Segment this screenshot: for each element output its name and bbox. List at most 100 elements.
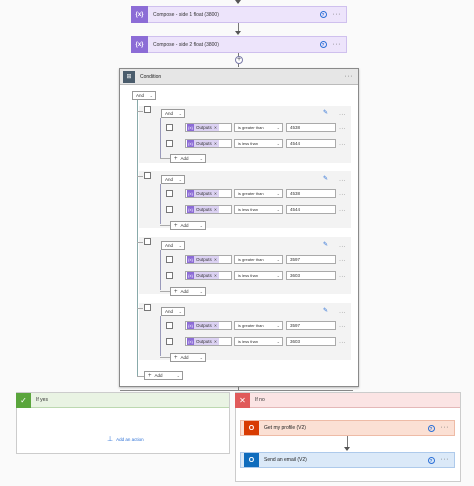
right-operand-field[interactable]: 4538: [286, 189, 336, 198]
group-checkbox[interactable]: [144, 238, 151, 245]
left-operand-field[interactable]: {x} Outputs ✕: [185, 205, 232, 214]
help-icon[interactable]: ?: [427, 424, 435, 432]
help-icon[interactable]: ?: [427, 456, 435, 464]
get-my-profile-action[interactable]: O Get my profile (V2) ? ···: [240, 420, 455, 436]
operator-dropdown[interactable]: is less than ⌄: [234, 205, 283, 214]
operator-dropdown[interactable]: is greater than ⌄: [234, 255, 283, 264]
help-icon[interactable]: ?: [319, 11, 327, 18]
dynamic-content-token[interactable]: {x} Outputs ✕: [187, 338, 220, 345]
close-icon[interactable]: ✕: [214, 323, 217, 328]
more-options-icon[interactable]: ···: [333, 41, 342, 48]
right-operand-field[interactable]: 4544: [286, 205, 336, 214]
operator-dropdown[interactable]: is greater than ⌄: [234, 189, 283, 198]
close-icon[interactable]: ✕: [214, 125, 217, 130]
row-checkbox[interactable]: [166, 322, 173, 329]
more-options-icon[interactable]: ···: [339, 126, 346, 132]
operator-dropdown[interactable]: is less than ⌄: [234, 271, 283, 280]
right-operand-field[interactable]: 4544: [286, 139, 336, 148]
add-row-button[interactable]: + Add ⌄: [170, 353, 206, 362]
row-checkbox[interactable]: [166, 272, 173, 279]
right-operand-field[interactable]: 4538: [286, 123, 336, 132]
operator-dropdown[interactable]: is less than ⌄: [234, 337, 283, 346]
dynamic-content-token[interactable]: {x} Outputs ✕: [187, 272, 220, 279]
add-row-button[interactable]: + Add ⌄: [170, 221, 206, 230]
left-operand-field[interactable]: {x} Outputs ✕: [185, 123, 232, 132]
operator-dropdown[interactable]: is greater than ⌄: [234, 123, 283, 132]
right-operand-field[interactable]: 3597: [286, 255, 336, 264]
group-operator-select[interactable]: And ⌄: [161, 109, 185, 118]
more-options-icon[interactable]: ···: [339, 142, 346, 148]
right-operand-field[interactable]: 3603: [286, 337, 336, 346]
more-options-icon[interactable]: ···: [339, 340, 346, 346]
close-icon[interactable]: ✕: [214, 273, 217, 278]
more-options-icon[interactable]: ···: [441, 424, 450, 431]
left-operand-field[interactable]: {x} Outputs ✕: [185, 139, 232, 148]
more-options-icon[interactable]: ···: [339, 178, 346, 184]
operator-dropdown[interactable]: is greater than ⌄: [234, 321, 283, 330]
pin-icon[interactable]: ✎: [323, 307, 328, 314]
more-options-icon[interactable]: ···: [333, 11, 342, 18]
compose-action-side1[interactable]: {x} Compose - side 1 float (3800) ? ···: [131, 6, 347, 23]
dynamic-content-token[interactable]: {x} Outputs ✕: [187, 322, 220, 329]
left-operand-field[interactable]: {x} Outputs ✕: [185, 255, 232, 264]
group-operator-select[interactable]: And ⌄: [161, 307, 185, 316]
close-icon[interactable]: ✕: [214, 339, 217, 344]
help-icon[interactable]: ?: [319, 41, 327, 48]
left-operand-field[interactable]: {x} Outputs ✕: [185, 337, 232, 346]
row-checkbox[interactable]: [166, 338, 173, 345]
chevron-down-icon: ⌄: [178, 177, 182, 182]
operator-dropdown[interactable]: is less than ⌄: [234, 139, 283, 148]
dynamic-content-token[interactable]: {x} Outputs ✕: [187, 140, 220, 147]
close-icon[interactable]: ✕: [214, 141, 217, 146]
more-options-icon[interactable]: ···: [339, 324, 346, 330]
row-checkbox[interactable]: [166, 190, 173, 197]
add-condition-button[interactable]: + Add ⌄: [144, 371, 183, 380]
more-options-icon[interactable]: ···: [339, 310, 346, 316]
row-checkbox[interactable]: [166, 124, 173, 131]
pin-icon[interactable]: ✎: [323, 109, 328, 116]
dynamic-content-token[interactable]: {x} Outputs ✕: [187, 206, 220, 213]
more-options-icon[interactable]: ···: [339, 208, 346, 214]
more-options-icon[interactable]: ···: [345, 73, 354, 80]
left-operand-field[interactable]: {x} Outputs ✕: [185, 271, 232, 280]
condition-header[interactable]: ⊞ Condition ···: [120, 69, 358, 85]
more-options-icon[interactable]: ···: [441, 456, 450, 463]
right-operand-field[interactable]: 3597: [286, 321, 336, 330]
condition-icon: ⊞: [123, 70, 135, 83]
tree-branch-line: [160, 291, 170, 292]
group-operator-select[interactable]: And ⌄: [161, 241, 185, 250]
insert-step-plus-icon[interactable]: +: [235, 56, 243, 64]
add-row-button[interactable]: + Add ⌄: [170, 287, 206, 296]
group-checkbox[interactable]: [144, 106, 151, 113]
pin-icon[interactable]: ✎: [323, 175, 328, 182]
top-operator-select[interactable]: And ⌄: [132, 91, 156, 100]
more-options-icon[interactable]: ···: [339, 258, 346, 264]
row-checkbox[interactable]: [166, 256, 173, 263]
add-an-action-button[interactable]: ⊥ Add an action: [107, 435, 144, 443]
left-operand-field[interactable]: {x} Outputs ✕: [185, 321, 232, 330]
dynamic-content-token[interactable]: {x} Outputs ✕: [187, 256, 220, 263]
close-icon[interactable]: ✕: [214, 191, 217, 196]
more-options-icon[interactable]: ···: [339, 192, 346, 198]
more-options-icon[interactable]: ···: [339, 274, 346, 280]
dynamic-content-token[interactable]: {x} Outputs ✕: [187, 190, 220, 197]
if-no-branch: ✕ If no: [235, 392, 461, 482]
group-checkbox[interactable]: [144, 304, 151, 311]
right-operand-field[interactable]: 3603: [286, 271, 336, 280]
row-checkbox[interactable]: [166, 206, 173, 213]
add-row-button[interactable]: + Add ⌄: [170, 154, 206, 163]
compose-action-title: Compose - side 2 float (3800): [153, 41, 219, 48]
more-options-icon[interactable]: ···: [339, 112, 346, 118]
row-checkbox[interactable]: [166, 140, 173, 147]
send-an-email-action[interactable]: O Send an email (V2) ? ···: [240, 452, 455, 468]
compose-action-side2[interactable]: {x} Compose - side 2 float (3800) ? ···: [131, 36, 347, 53]
operator-label: And: [165, 309, 174, 314]
left-operand-field[interactable]: {x} Outputs ✕: [185, 189, 232, 198]
pin-icon[interactable]: ✎: [323, 241, 328, 248]
more-options-icon[interactable]: ···: [339, 244, 346, 250]
close-icon[interactable]: ✕: [214, 257, 217, 262]
group-operator-select[interactable]: And ⌄: [161, 175, 185, 184]
group-checkbox[interactable]: [144, 172, 151, 179]
dynamic-content-token[interactable]: {x} Outputs ✕: [187, 124, 220, 131]
close-icon[interactable]: ✕: [214, 207, 217, 212]
